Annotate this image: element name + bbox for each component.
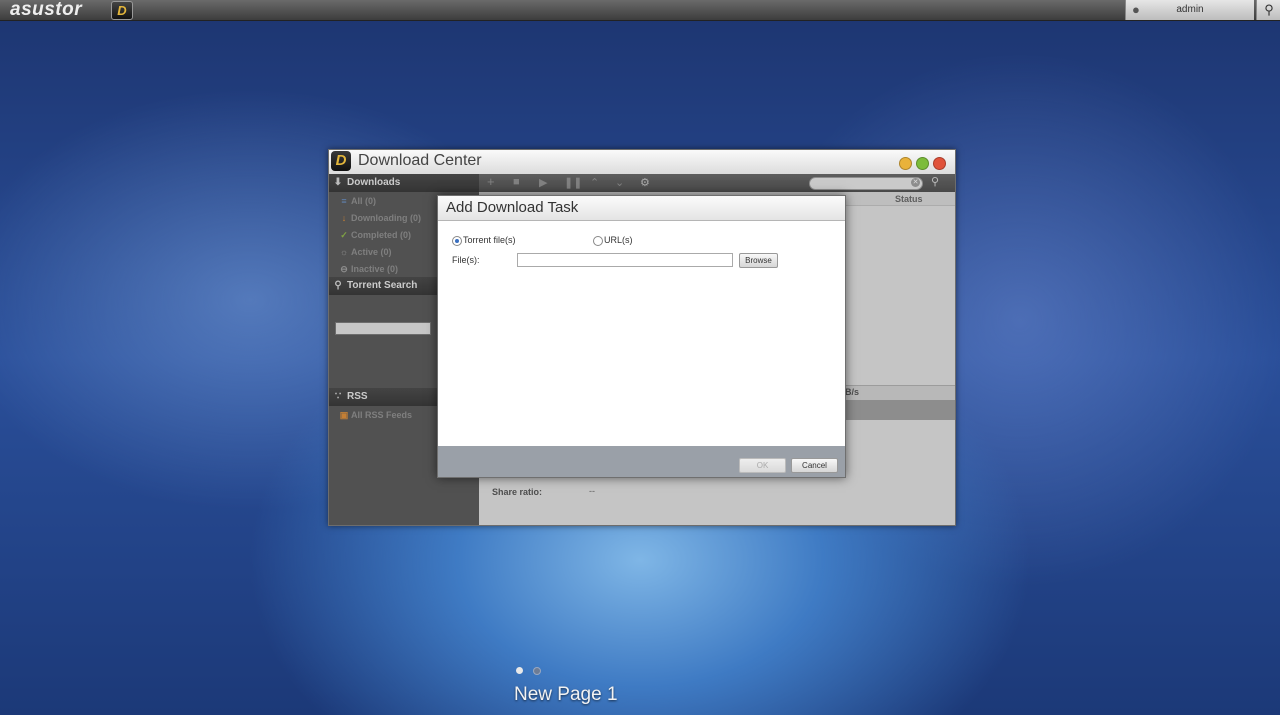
torrent-file-radio-label[interactable]: Torrent file(s) (463, 235, 516, 245)
ok-button[interactable]: OK (739, 458, 786, 473)
user-menu[interactable]: ● admin (1125, 0, 1254, 20)
files-input[interactable] (517, 253, 733, 267)
maximize-button[interactable] (916, 157, 929, 170)
search-icon[interactable]: ⚲ (1256, 0, 1280, 20)
dialog-title-bar[interactable]: Add Download Task (438, 196, 845, 221)
dialog-title: Add Download Task (446, 199, 579, 216)
download-center-app-icon: D (331, 151, 351, 171)
browse-button[interactable]: Browse (739, 253, 778, 268)
torrent-file-radio[interactable] (452, 236, 462, 246)
close-button[interactable] (933, 157, 946, 170)
download-center-taskbar-icon[interactable]: D (111, 1, 133, 20)
url-radio-label[interactable]: URL(s) (604, 235, 633, 245)
top-bar: asustor D ● admin ⚲ (0, 0, 1280, 21)
asustor-logo[interactable]: asustor (4, 0, 88, 20)
desktop-page-label: New Page 1 (514, 684, 618, 705)
page-dot-1[interactable] (516, 667, 523, 674)
url-radio[interactable] (593, 236, 603, 246)
add-download-task-dialog: Add Download Task Torrent file(s) URL(s)… (437, 195, 846, 478)
dialog-footer: OK Cancel (438, 446, 845, 477)
cancel-button[interactable]: Cancel (791, 458, 838, 473)
user-name: admin (1176, 4, 1204, 15)
window-title: Download Center (358, 152, 482, 169)
page-dot-2[interactable] (533, 667, 541, 675)
window-title-bar[interactable]: D Download Center (329, 150, 955, 175)
files-label: File(s): (452, 255, 480, 265)
minimize-button[interactable] (899, 157, 912, 170)
